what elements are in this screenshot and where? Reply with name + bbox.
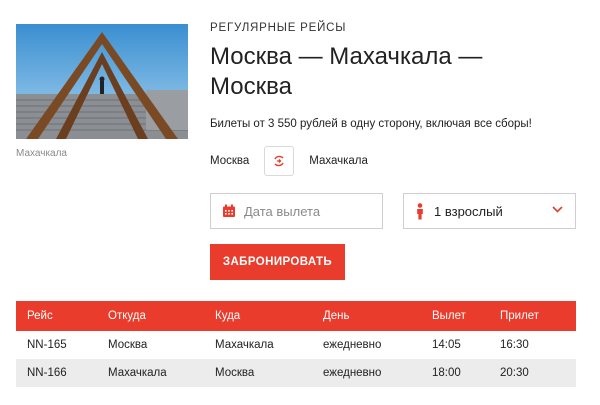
cell-departure: 14:05 [432, 339, 461, 351]
cell-arrival: 16:30 [500, 339, 529, 351]
title-line-2: Москва [210, 73, 292, 100]
table-header-row: Рейс Откуда Куда День Вылет Прилет [16, 301, 576, 331]
table-row: NN-165 Москва Махачкала ежедневно 14:05 … [16, 331, 576, 359]
header-flight: Рейс [16, 301, 97, 331]
cell-day: ежедневно [312, 359, 421, 387]
cell-to: Москва [204, 359, 312, 387]
destination-photo [16, 24, 188, 139]
passengers-select[interactable]: 1 взрослый [403, 193, 576, 229]
cell-flight: NN-166 [16, 359, 97, 387]
route-to[interactable]: Махачкала [309, 155, 368, 167]
header-arrival: Прилет [489, 301, 576, 331]
swap-arrows-icon [274, 155, 284, 167]
cell-flight: NN-165 [27, 339, 67, 351]
table-row: NN-166 Махачкала Москва ежедневно 18:00 … [16, 359, 576, 387]
flight-schedule-table: Рейс Откуда Куда День Вылет Прилет NN-16… [16, 301, 576, 387]
route-selector: Москва Махачкала [210, 146, 585, 176]
calendar-icon [223, 204, 235, 217]
header-day: День [312, 301, 421, 331]
price-note: Билеты от 3 550 рублей в одну сторону, в… [210, 118, 532, 130]
photo-caption: Махачкала [16, 148, 67, 159]
cell-day: ежедневно [323, 339, 382, 351]
search-fields: 1 взрослый [210, 193, 585, 229]
passengers-value: 1 взрослый [434, 203, 503, 219]
route-from[interactable]: Москва [210, 155, 249, 167]
swap-route-button[interactable] [264, 146, 295, 176]
header-to: Куда [204, 301, 312, 331]
person-icon [417, 202, 423, 219]
page-title: Москва — Махачкала — Москва [210, 42, 585, 102]
book-button[interactable]: ЗАБРОНИРОВАТЬ [210, 244, 345, 280]
cell-to: Махачкала [215, 339, 274, 351]
title-line-1: Москва — Махачкала — [210, 43, 483, 70]
header-from: Откуда [97, 301, 204, 331]
cell-from: Москва [108, 339, 148, 351]
header-departure: Вылет [421, 301, 489, 331]
departure-date-field[interactable] [210, 193, 383, 229]
route-info: РЕГУЛЯРНЫЕ РЕЙСЫ Москва — Махачкала — Мо… [210, 22, 585, 280]
chevron-down-icon [552, 206, 563, 213]
destination-photo-block: Махачкала [16, 24, 188, 159]
cell-from: Махачкала [97, 359, 204, 387]
cell-departure: 18:00 [421, 359, 489, 387]
cell-arrival: 20:30 [489, 359, 576, 387]
departure-date-input[interactable] [244, 203, 374, 219]
section-kicker: РЕГУЛЯРНЫЕ РЕЙСЫ [210, 22, 347, 34]
